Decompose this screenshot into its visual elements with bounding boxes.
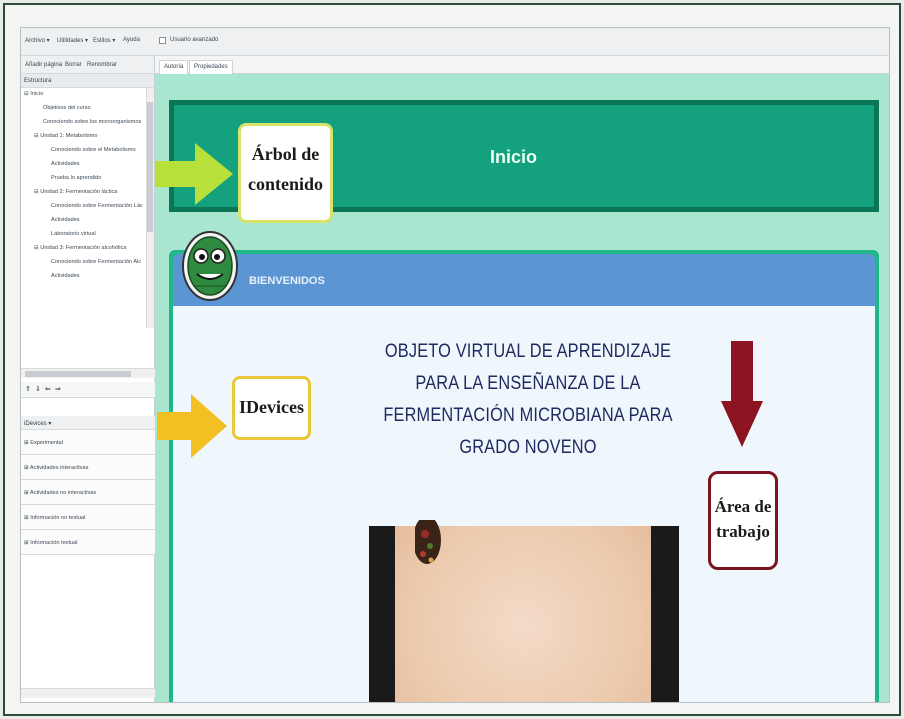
ova-title: OBJETO VIRTUAL DE APRENDIZAJE PARA LA EN… — [378, 336, 679, 464]
tree-item[interactable]: Conociendo sobre Fermentación Alc — [51, 259, 141, 265]
menu-estilos[interactable]: Estilos ▾ — [93, 37, 115, 44]
tree-item[interactable]: Actividades — [51, 217, 80, 223]
tree-item[interactable]: ⊟ Unidad 2: Fermentación láctica — [34, 189, 117, 195]
tree-vertical-scrollbar[interactable] — [146, 88, 154, 328]
tree-hscroll-thumb[interactable] — [25, 371, 131, 377]
idevices-heading[interactable]: iDevices ▾ — [21, 416, 155, 430]
tree-item[interactable]: Objetivos del curso — [43, 105, 91, 111]
cover-image — [369, 520, 679, 702]
page-title: Inicio — [490, 147, 538, 167]
tree-item[interactable]: Conociendo sobre los microorganismos — [43, 119, 141, 125]
add-page-button[interactable]: Añadir página — [25, 62, 62, 68]
menu-ayuda[interactable]: Ayuda — [123, 37, 140, 43]
screenshot-frame: Archivo ▾ Utilidades ▾ Estilos ▾ Ayuda U… — [3, 3, 901, 716]
welcome-panel-title: BIENVENIDOS — [249, 275, 325, 287]
red-arrow-icon — [721, 341, 763, 447]
content-tree: ⊟ Inicio Objetivos del curso Conociendo … — [21, 88, 154, 328]
idevices-horizontal-scrollbar[interactable] — [21, 688, 155, 698]
delete-page-button[interactable]: Borrar — [65, 62, 82, 68]
move-left-icon[interactable]: ⇐ — [45, 385, 51, 393]
callout-line: Árbol de — [251, 144, 320, 164]
idevice-group-textual[interactable]: ⊞ Información textual — [21, 530, 155, 555]
tree-horizontal-scrollbar[interactable] — [21, 368, 155, 378]
tree-item[interactable]: Conociendo sobre el Metabolismo — [51, 147, 136, 153]
callout-line: Área de — [714, 497, 772, 516]
advanced-user-label: Usuario avanzado — [170, 37, 219, 43]
tree-item[interactable]: ⊟ Inicio — [24, 91, 43, 97]
tree-item[interactable]: ⊟ Unidad 3: Fermentación alcohólica — [34, 245, 126, 251]
idevice-group-experimental[interactable]: ⊞ Experimental — [21, 430, 155, 455]
tree-item[interactable]: ⊟ Unidad 1: Metabolismo — [34, 133, 97, 139]
idevice-group-non-textual[interactable]: ⊞ Información no textual — [21, 505, 155, 530]
food-decoration-icon — [415, 520, 441, 564]
tree-item[interactable]: Conociendo sobre Fermentación Lác — [51, 203, 143, 209]
move-right-icon[interactable]: ⇒ — [55, 385, 61, 393]
callout-content-tree: Árbol de contenido — [238, 123, 333, 223]
menu-bar: Archivo ▾ Utilidades ▾ Estilos ▾ Ayuda U… — [21, 28, 889, 56]
welcome-panel-header: BIENVENIDOS — [173, 254, 875, 306]
rename-page-button[interactable]: Renombrar — [87, 62, 117, 68]
menu-utilidades[interactable]: Utilidades ▾ — [57, 37, 88, 44]
editor-tab-bar: Autoría Propiedades — [155, 56, 889, 74]
tree-item[interactable]: Actividades — [51, 273, 80, 279]
structure-heading: Estructura — [21, 74, 154, 88]
ova-title-line: OBJETO VIRTUAL DE APRENDIZAJE — [384, 341, 672, 362]
ova-title-line: FERMENTACIÓN MICROBIANA PARA — [383, 405, 673, 426]
tab-autoria[interactable]: Autoría — [159, 60, 189, 74]
tree-item[interactable]: Prueba lo aprendido — [51, 175, 101, 181]
move-up-icon[interactable]: ⇑ — [25, 385, 31, 393]
tree-scroll-thumb[interactable] — [147, 102, 153, 232]
microbe-mascot-icon — [182, 231, 238, 301]
callout-line: contenido — [247, 174, 323, 194]
idevice-group-interactive[interactable]: ⊞ Actividades interactivas — [21, 455, 155, 480]
callout-idevices: IDevices — [232, 376, 311, 440]
yellow-arrow-icon — [157, 394, 227, 458]
green-arrow-icon — [155, 143, 233, 205]
idevice-group-non-interactive[interactable]: ⊞ Actividades no interactivas — [21, 480, 155, 505]
tree-move-buttons: ⇑ ⇓ ⇐ ⇒ — [21, 382, 155, 398]
callout-work-area: Área de trabajo — [708, 471, 778, 570]
tree-item[interactable]: Laboratorio virtual — [51, 231, 96, 237]
ova-title-line: GRADO NOVENO — [459, 437, 597, 458]
left-sidebar: Añadir página Borrar Renombrar Estructur… — [21, 56, 155, 702]
advanced-user-checkbox[interactable] — [159, 37, 166, 44]
menu-archivo[interactable]: Archivo ▾ — [25, 37, 50, 44]
ova-title-line: PARA LA ENSEÑANZA DE LA — [415, 373, 641, 394]
callout-line: trabajo — [716, 522, 770, 541]
tree-item[interactable]: Actividades — [51, 161, 80, 167]
page-toolbar: Añadir página Borrar Renombrar — [21, 56, 154, 74]
move-down-icon[interactable]: ⇓ — [35, 385, 41, 393]
cover-image-surface — [395, 520, 651, 702]
tab-propiedades[interactable]: Propiedades — [189, 60, 233, 74]
